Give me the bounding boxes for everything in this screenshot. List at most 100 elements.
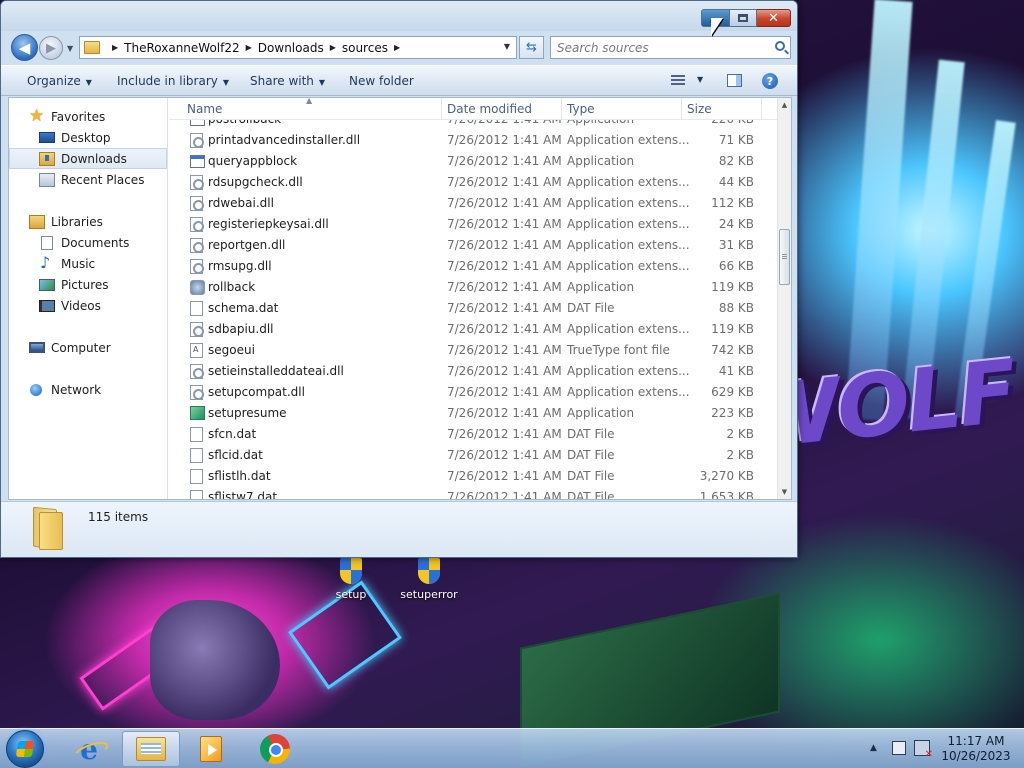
breadcrumb-item[interactable]: sources (342, 41, 388, 55)
chevron-down-icon[interactable]: ▼ (504, 42, 510, 51)
back-button[interactable]: ◀ (11, 34, 38, 61)
file-type: Application extens... (567, 238, 690, 252)
nav-item-label: Favorites (51, 109, 106, 124)
breadcrumb-separator-icon[interactable]: ▶ (112, 43, 118, 52)
desktop-icon-setup[interactable]: setup (316, 558, 386, 601)
column-divider[interactable] (441, 98, 442, 120)
breadcrumb-item[interactable]: Downloads (258, 41, 324, 55)
column-divider[interactable] (761, 98, 762, 120)
new-folder-button[interactable]: New folder (349, 74, 414, 88)
file-row[interactable]: segoeui 7/26/2012 1:41 AM TrueType font fi… (169, 340, 777, 361)
file-name: printadvancedinstaller.dll (208, 133, 361, 147)
nav-item-desktop[interactable]: Desktop (9, 127, 167, 148)
file-row[interactable]: sflistw7.dat 7/26/2012 1:41 AM DAT File 1,6… (169, 487, 777, 499)
file-row[interactable]: rdsupgcheck.dll 7/26/2012 1:41 AM Applicat… (169, 172, 777, 193)
scroll-up-icon[interactable]: ▲ (778, 98, 791, 112)
sort-ascending-icon: ▲ (306, 98, 313, 105)
network-status-icon[interactable] (914, 740, 933, 760)
title-bar[interactable]: ✕ (1, 1, 797, 31)
column-size[interactable]: Size (687, 102, 712, 116)
address-bar[interactable]: ▶ TheRoxanneWolf22 ▶ Downloads ▶ sources… (79, 36, 517, 59)
taskbar-chrome[interactable] (246, 731, 304, 767)
file-date-modified: 7/26/2012 1:41 AM (447, 154, 562, 168)
file-row[interactable]: printadvancedinstaller.dll 7/26/2012 1:41… (169, 130, 777, 151)
nav-item-downloads[interactable]: Downloads (9, 148, 167, 169)
taskbar-media-player[interactable] (182, 731, 240, 767)
help-icon[interactable]: ? (762, 73, 778, 89)
file-row[interactable]: schema.dat 7/26/2012 1:41 AM DAT File 88 KB (169, 298, 777, 319)
file-row[interactable]: reportgen.dll 7/26/2012 1:41 AM Applicatio… (169, 235, 777, 256)
file-size: 223 KB (711, 406, 754, 420)
file-row[interactable]: rmsupg.dll 7/26/2012 1:41 AM Application e… (169, 256, 777, 277)
desktop-icon-setuperror[interactable]: setuperror (394, 558, 464, 601)
file-row[interactable]: registeriepkeysai.dll 7/26/2012 1:41 AM Ap… (169, 214, 777, 235)
column-name[interactable]: Name (187, 102, 222, 116)
nav-item-libraries[interactable]: Libraries (9, 211, 167, 232)
file-size: 31 KB (718, 238, 754, 252)
include-in-library-menu[interactable]: Include in library ▼ (117, 74, 229, 88)
network-icon (29, 383, 45, 397)
nav-item-favorites[interactable]: Favorites (9, 106, 167, 127)
action-center-icon[interactable] (892, 741, 906, 755)
breadcrumb-separator-icon[interactable]: ▶ (246, 43, 252, 52)
nav-item-documents[interactable]: Documents (9, 232, 167, 253)
nav-item-recent-places[interactable]: Recent Places (9, 169, 167, 190)
file-row[interactable]: sfcn.dat 7/26/2012 1:41 AM DAT File 2 KB (169, 424, 777, 445)
chevron-down-icon[interactable]: ▼ (697, 75, 703, 84)
taskbar-internet-explorer[interactable]: e (60, 731, 118, 767)
maximize-button[interactable] (730, 9, 757, 27)
search-icon[interactable] (775, 41, 785, 51)
forward-button[interactable]: ▶ (39, 36, 63, 60)
refresh-button[interactable]: ⇆ (519, 36, 544, 59)
file-name: setupresume (208, 406, 287, 420)
file-row[interactable]: postrollback 7/26/2012 1:41 AM Application… (169, 120, 777, 130)
search-input[interactable] (551, 37, 761, 58)
nav-item-videos[interactable]: Videos (9, 295, 167, 316)
file-type: Application extens... (567, 259, 690, 273)
file-row[interactable]: setupcompat.dll 7/26/2012 1:41 AM Applicat… (169, 382, 777, 403)
share-with-menu[interactable]: Share with ▼ (250, 74, 325, 88)
file-row[interactable]: setieinstalleddateai.dll 7/26/2012 1:41 A… (169, 361, 777, 382)
column-date-modified[interactable]: Date modified (447, 102, 532, 116)
change-view-icon[interactable] (671, 75, 685, 87)
scroll-down-icon[interactable]: ▼ (778, 485, 791, 499)
file-type: DAT File (567, 301, 615, 315)
file-type: TrueType font file (567, 343, 670, 357)
file-size: 3,270 KB (699, 469, 754, 483)
file-row[interactable]: setupresume 7/26/2012 1:41 AM Application 2… (169, 403, 777, 424)
file-row[interactable]: rdwebai.dll 7/26/2012 1:41 AM Application … (169, 193, 777, 214)
desktop-icon (39, 132, 55, 143)
taskbar-clock[interactable]: 11:17 AM 10/26/2023 (938, 734, 1014, 764)
file-size: 88 KB (718, 301, 754, 315)
close-button[interactable]: ✕ (757, 9, 791, 27)
file-type: Application extens... (567, 175, 690, 189)
file-row[interactable]: rollback 7/26/2012 1:41 AM Application 119 … (169, 277, 777, 298)
breadcrumb-separator-icon[interactable]: ▶ (330, 43, 336, 52)
file-date-modified: 7/26/2012 1:41 AM (447, 175, 562, 189)
preview-pane-icon[interactable] (727, 74, 742, 87)
file-row[interactable]: sflistlh.dat 7/26/2012 1:41 AM DAT File 3,2… (169, 466, 777, 487)
file-name: sflistlh.dat (208, 469, 271, 483)
taskbar-windows-explorer[interactable] (122, 731, 180, 767)
breadcrumb-item[interactable]: TheRoxanneWolf22 (124, 41, 239, 55)
file-row[interactable]: sdbapiu.dll 7/26/2012 1:41 AM Application … (169, 319, 777, 340)
nav-item-pictures[interactable]: Pictures (9, 274, 167, 295)
file-row[interactable]: sflcid.dat 7/26/2012 1:41 AM DAT File 2 KB (169, 445, 777, 466)
nav-item-computer[interactable]: Computer (9, 337, 167, 358)
organize-menu[interactable]: Organize ▼ (27, 74, 92, 88)
vertical-scrollbar[interactable]: ▲ ▼ (777, 98, 791, 499)
column-type[interactable]: Type (567, 102, 595, 116)
file-row[interactable]: queryappblock 7/26/2012 1:41 AM Applicatio… (169, 151, 777, 172)
show-hidden-icons-icon[interactable]: ▲ (870, 743, 877, 753)
column-divider[interactable] (681, 98, 682, 120)
file-date-modified: 7/26/2012 1:41 AM (447, 406, 562, 420)
nav-item-network[interactable]: Network (9, 379, 167, 400)
breadcrumb-separator-icon[interactable]: ▶ (394, 43, 400, 52)
recent-pages-dropdown[interactable]: ▼ (67, 44, 73, 53)
file-size: 742 KB (711, 343, 754, 357)
file-type: Application extens... (567, 217, 690, 231)
column-divider[interactable] (561, 98, 562, 120)
start-button[interactable] (6, 730, 44, 768)
scrollbar-thumb[interactable] (779, 229, 790, 285)
nav-item-music[interactable]: Music (9, 253, 167, 274)
